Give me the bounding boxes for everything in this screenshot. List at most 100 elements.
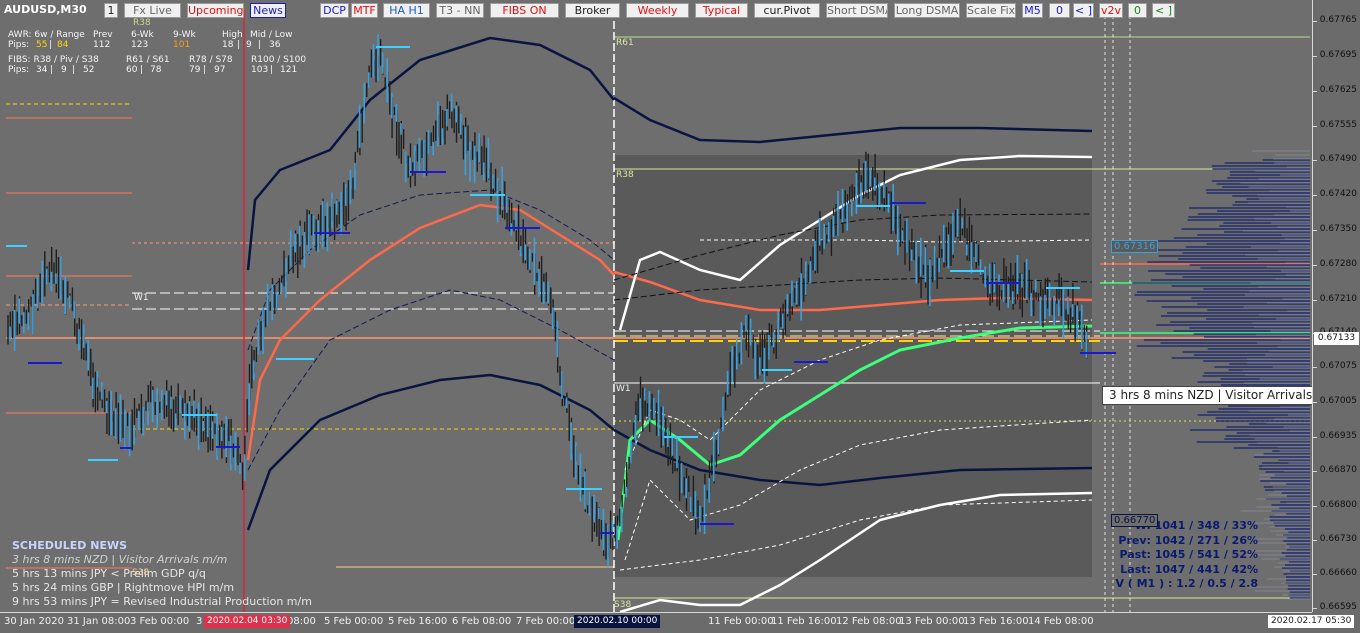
r61-label: R61 [616,38,634,48]
pips-prev: 112 [93,40,111,50]
price-scale-label: 0.67350 [1319,224,1357,234]
fpips-c: 52 [83,65,95,75]
price-scale-tick [1313,195,1317,196]
toolbar-button-m5[interactable]: M5 [1022,3,1043,18]
pips-awr-a: 55 [36,40,48,50]
price-scale[interactable]: 0.67765 0.67695 0.67625 0.67555 0.67490 0.674… [1312,0,1360,612]
time-axis-label: 3 Feb 00:00 [130,616,190,627]
fpips-b: 9 [61,65,67,75]
pips-awr-b: 84 [57,40,69,50]
price-scale-tick [1313,91,1317,92]
stat-line-volume: V ( M1 ) : 1.2 / 0.5 / 2.8 [1115,577,1258,590]
fpips-d: 60 [126,65,138,75]
upper-band-inner [247,189,615,351]
price-scale-label: 0.66870 [1319,465,1357,475]
price-scale-tick [1313,56,1317,57]
price-scale-tick [1313,160,1317,161]
toolbar-button-short-dsma[interactable]: Short DSMA [826,3,888,18]
fpips-sep1: | [50,65,54,75]
toolbar-button-0[interactable]: 0 [1128,3,1147,18]
price-scale-tick [1313,126,1317,127]
w1-left-label: W1 [134,293,149,303]
price-scale-label: 0.67695 [1319,50,1357,60]
fpips-i: 121 [280,65,298,75]
stat-line-prev: Prev: 1042 / 271 / 26% [1118,533,1258,547]
price-scale-tick [1313,574,1317,575]
price-scale-tick [1313,265,1317,266]
news-item[interactable]: 9 hrs 53 mins JPY = Revised Industrial P… [12,595,312,609]
price-scale-tick [1313,402,1317,403]
price-scale-label: 0.67490 [1319,154,1357,164]
toolbar-button-0[interactable]: 0 [1049,3,1070,18]
toolbar-button-news[interactable]: News [250,3,286,18]
time-marker-1: 2020.02.04 03:30 [204,615,291,628]
toolbar-button-mtf[interactable]: MTF [351,3,378,18]
time-marker-2: 2020.02.10 00:00 [574,615,661,628]
r38-label: R38 [616,170,634,180]
time-axis-label: 5 Feb 16:00 [388,616,448,627]
price-scale-label: 0.66660 [1319,568,1357,578]
price-scale-tick [1313,608,1317,609]
toolbar-button-[interactable]: < ] [1073,3,1094,18]
time-axis[interactable]: 30 Jan 2020 31 Jan 08:00 3 Feb 00:00 3 08:00… [0,612,1312,633]
toolbar-button-ha-h1[interactable]: HA H1 [383,3,430,18]
price-scale-tick [1313,367,1317,368]
price-scale-label: 0.66800 [1319,500,1357,510]
news-tooltip: 3 hrs 8 mins NZD | Visitor Arrivals m/m [1102,386,1312,405]
time-axis-label: 3 [196,616,203,627]
toolbar-button-typical[interactable]: Typical [695,3,748,18]
toolbar-button-dcp[interactable]: DCP [320,3,349,18]
time-axis-label: 13 Feb 00:00 [899,616,965,627]
fpips-g: 97 [214,65,226,75]
toolbar-button-fx-live[interactable]: Fx Live [124,3,181,18]
toolbar-button-fibs-on[interactable]: FIBS ON [490,3,559,18]
news-header: SCHEDULED NEWS [12,539,128,552]
toolbar-button-long-dsma[interactable]: Long DSMA [894,3,960,18]
upper-band-right [613,96,1093,144]
time-marker-right: 2020.02.17 05:30 [1268,615,1355,628]
toolbar-button-[interactable]: < ] [1152,3,1175,18]
price-scale-label: 0.66730 [1319,534,1357,544]
pips-sep2: | [237,40,241,50]
toolbar-button-v2v[interactable]: v2v [1099,3,1123,18]
price-scale-label: 0.66935 [1319,431,1357,441]
pips-label: Pips: [8,40,30,50]
toolbar-button-upcoming[interactable]: Upcoming [187,3,244,18]
volatility-stats: W: 1041 / 348 / 33% Prev: 1042 / 271 / 2… [1115,519,1258,592]
s38-low-label: S38 [614,600,631,610]
price-scale-tick [1313,230,1317,231]
pips-high: 18 [222,40,234,50]
toolbar-button-weekly[interactable]: Weekly [626,3,689,18]
r38-tag: R38 [133,18,151,28]
toolbar-button-scale-fix[interactable]: Scale Fix [966,3,1016,18]
price-scale-label: 0.66595 [1319,602,1357,612]
toolbar-button-broker[interactable]: Broker [565,3,620,18]
fpips-f: 79 [189,65,201,75]
fpips-sep4: | [203,65,207,75]
news-item[interactable]: 5 hrs 24 mins GBP | Rightmove HPI m/m [12,581,312,595]
symbol-label: AUDUSD,M30 [4,3,87,16]
toolbar-button-1[interactable]: 1 [104,3,118,18]
fpips-e: 78 [150,65,162,75]
pips-sep3: | [258,40,262,50]
price-scale-tick [1313,471,1317,472]
time-axis-label: 11 Feb 16:00 [771,616,837,627]
price-scale-label: 0.67280 [1319,259,1357,269]
price-scale-label: 0.67625 [1319,85,1357,95]
news-item[interactable]: 3 hrs 8 mins NZD | Visitor Arrivals m/m [12,553,312,567]
current-price-tag: 0.67133 [1314,332,1359,345]
price-scale-tick [1313,437,1317,438]
toolbar-button-t3-nn[interactable]: T3 - NN [436,3,484,18]
time-axis-label: 31 Jan 08:00 [67,616,131,627]
news-item[interactable]: 5 hrs 13 mins JPY < Prelim GDP q/q [12,567,312,581]
pips-9wk: 101 [173,40,191,50]
time-axis-label: 5 Feb 00:00 [324,616,384,627]
week-shade [614,155,1092,577]
pips-low: 36 [269,40,281,50]
fpips-sep2: | [72,65,76,75]
price-tag-lower: 0.66770 [1111,514,1159,527]
time-axis-label: 08:00 [287,616,316,627]
chart-area[interactable]: W1 R61 R38 W1 S38 S38 AUDUSD,M30 1 Fx Liv… [0,0,1312,612]
pips-sep: | [49,40,53,50]
toolbar-button-cur-pivot[interactable]: cur.Pivot [754,3,820,18]
